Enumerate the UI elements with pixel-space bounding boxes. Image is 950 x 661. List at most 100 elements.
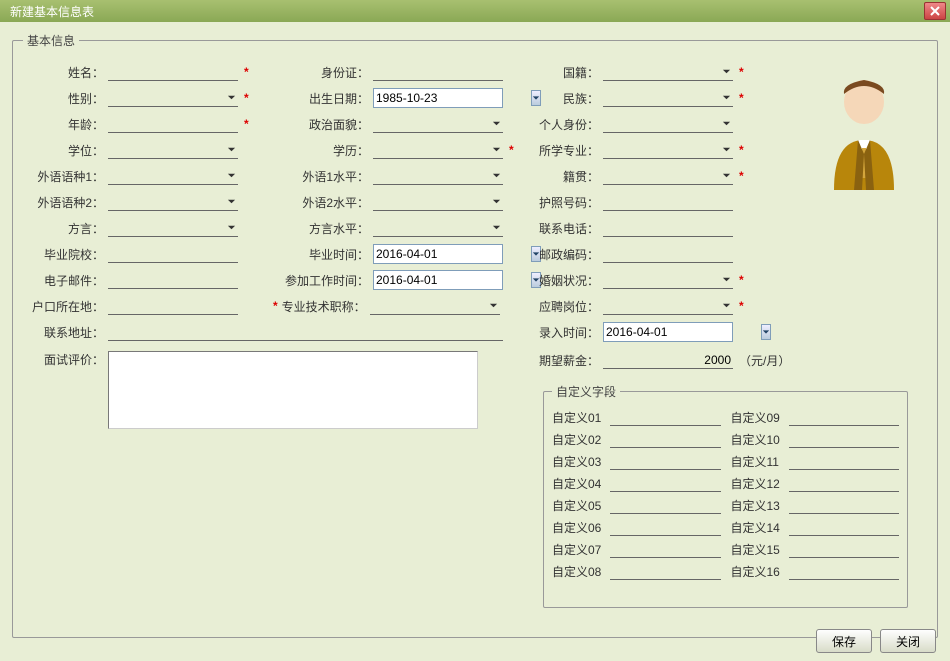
custom-field-input[interactable]: [789, 430, 900, 448]
required-icon: *: [238, 91, 249, 105]
custom-field-1: 自定义01: [552, 408, 721, 426]
custom-field-input[interactable]: [789, 496, 900, 514]
custom-field-input[interactable]: [789, 408, 900, 426]
position-select[interactable]: [603, 297, 733, 315]
work-date-picker[interactable]: [373, 270, 503, 290]
major-label: 所学专业：: [528, 142, 603, 159]
custom-field-label: 自定义14: [731, 519, 789, 536]
close-button[interactable]: 关闭: [880, 629, 936, 653]
entry-date-picker[interactable]: [603, 322, 733, 342]
salary-label: 期望薪金：: [528, 352, 603, 369]
marital-select[interactable]: [603, 271, 733, 289]
close-icon[interactable]: [924, 2, 946, 20]
grad-date-picker[interactable]: [373, 244, 503, 264]
custom-field-label: 自定义13: [731, 497, 789, 514]
grad-date-input[interactable]: [376, 247, 531, 261]
custom-field-input[interactable]: [789, 474, 900, 492]
phone-input[interactable]: [603, 219, 733, 237]
gender-select[interactable]: [108, 89, 238, 107]
politics-label: 政治面貌：: [273, 116, 373, 133]
native-place-select[interactable]: [603, 167, 733, 185]
work-date-input[interactable]: [376, 273, 531, 287]
hukou-input[interactable]: [108, 297, 238, 315]
custom-field-15: 自定义15: [731, 540, 900, 558]
custom-field-12: 自定义12: [731, 474, 900, 492]
custom-field-11: 自定义11: [731, 452, 900, 470]
interview-textarea[interactable]: [108, 351, 478, 429]
required-icon: *: [733, 91, 744, 105]
entry-date-input[interactable]: [606, 325, 761, 339]
marital-label: 婚姻状况：: [528, 272, 603, 289]
birthdate-picker[interactable]: [373, 88, 503, 108]
age-label: 年龄：: [23, 116, 108, 133]
degree-label: 学位：: [23, 142, 108, 159]
education-select[interactable]: [373, 141, 503, 159]
custom-field-input[interactable]: [610, 562, 721, 580]
custom-field-input[interactable]: [610, 430, 721, 448]
address-input[interactable]: [108, 323, 503, 341]
custom-field-label: 自定义01: [552, 409, 610, 426]
dialect-level-select[interactable]: [373, 219, 503, 237]
idcard-input[interactable]: [373, 63, 503, 81]
zipcode-input[interactable]: [603, 245, 733, 263]
lang2level-select[interactable]: [373, 193, 503, 211]
grad-date-label: 毕业时间：: [273, 246, 373, 263]
custom-field-input[interactable]: [610, 408, 721, 426]
custom-field-10: 自定义10: [731, 430, 900, 448]
school-input[interactable]: [108, 245, 238, 263]
birthdate-input[interactable]: [376, 91, 531, 105]
education-label: 学历：: [273, 142, 373, 159]
politics-select[interactable]: [373, 115, 503, 133]
custom-field-label: 自定义16: [731, 563, 789, 580]
required-icon: *: [733, 65, 744, 79]
basic-info-group: 基本信息 姓名： *: [12, 32, 938, 638]
nationality-select[interactable]: [603, 63, 733, 81]
custom-field-input[interactable]: [789, 452, 900, 470]
name-input[interactable]: [108, 63, 238, 81]
custom-field-9: 自定义09: [731, 408, 900, 426]
lang2-select[interactable]: [108, 193, 238, 211]
required-icon: *: [733, 273, 744, 287]
name-label: 姓名：: [23, 64, 108, 81]
calendar-dropdown-icon[interactable]: [761, 324, 771, 340]
lang2-label: 外语语种2：: [23, 194, 108, 211]
custom-field-input[interactable]: [789, 540, 900, 558]
custom-field-input[interactable]: [610, 452, 721, 470]
entry-date-label: 录入时间：: [528, 324, 603, 341]
custom-field-input[interactable]: [610, 496, 721, 514]
passport-input[interactable]: [603, 193, 733, 211]
ethnicity-select[interactable]: [603, 89, 733, 107]
required-icon: *: [503, 143, 514, 157]
interview-label: 面试评价：: [23, 351, 108, 368]
major-select[interactable]: [603, 141, 733, 159]
lang1level-select[interactable]: [373, 167, 503, 185]
native-place-label: 籍贯：: [528, 168, 603, 185]
custom-field-label: 自定义09: [731, 409, 789, 426]
dialect-select[interactable]: [108, 219, 238, 237]
dialect-level-label: 方言水平：: [273, 220, 373, 237]
lang1-select[interactable]: [108, 167, 238, 185]
age-input[interactable]: [108, 115, 238, 133]
custom-field-input[interactable]: [789, 518, 900, 536]
protitle-select[interactable]: [370, 297, 500, 315]
degree-select[interactable]: [108, 141, 238, 159]
custom-field-input[interactable]: [610, 540, 721, 558]
personal-id-select[interactable]: [603, 115, 733, 133]
custom-field-14: 自定义14: [731, 518, 900, 536]
email-input[interactable]: [108, 271, 238, 289]
salary-input[interactable]: [603, 351, 733, 369]
custom-field-6: 自定义06: [552, 518, 721, 536]
work-date-label: 参加工作时间：: [273, 272, 373, 289]
custom-field-2: 自定义02: [552, 430, 721, 448]
custom-field-8: 自定义08: [552, 562, 721, 580]
salary-unit-label: （元/月）: [733, 352, 790, 369]
custom-field-label: 自定义05: [552, 497, 610, 514]
custom-field-input[interactable]: [610, 474, 721, 492]
custom-field-7: 自定义07: [552, 540, 721, 558]
save-button[interactable]: 保存: [816, 629, 872, 653]
school-label: 毕业院校：: [23, 246, 108, 263]
required-icon: *: [238, 117, 249, 131]
custom-field-input[interactable]: [610, 518, 721, 536]
passport-label: 护照号码：: [528, 194, 603, 211]
custom-field-input[interactable]: [789, 562, 900, 580]
